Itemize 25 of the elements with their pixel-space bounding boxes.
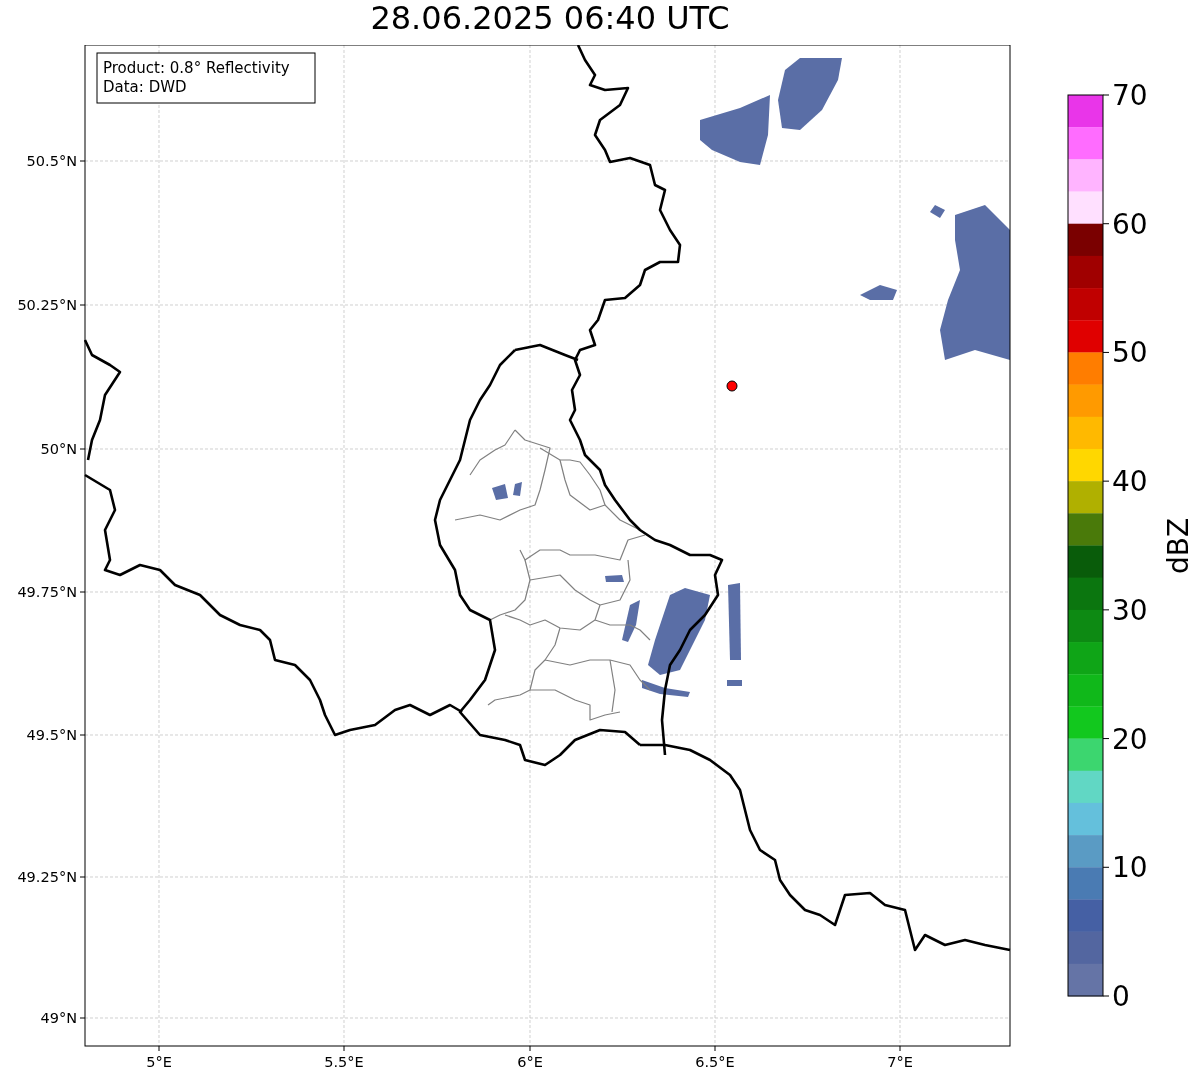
- latitude-tick-label: 50°N: [40, 441, 77, 457]
- latitude-tick-label: 49.25°N: [17, 869, 77, 885]
- latitude-tick-label: 49.75°N: [17, 584, 77, 600]
- longitude-tick-label: 6°E: [517, 1054, 543, 1070]
- colorbar-tick-label: 20: [1112, 722, 1148, 756]
- latitude-tick-label: 49°N: [40, 1010, 77, 1026]
- longitude-tick-label: 5.5°E: [324, 1054, 364, 1070]
- colorbar-tick-label: 30: [1112, 593, 1148, 627]
- info-text: Data: DWD: [103, 78, 187, 96]
- latitude-tick-label: 49.5°N: [26, 727, 77, 743]
- longitude-tick-label: 6.5°E: [695, 1054, 735, 1070]
- longitude-tick-label: 5°E: [146, 1054, 172, 1070]
- colorbar-tick-label: 70: [1112, 79, 1148, 112]
- colorbar-tick-label: 0: [1112, 980, 1130, 1013]
- colorbar-tick-label: 40: [1112, 465, 1148, 499]
- info-text: Product: 0.8° Reflectivity: [103, 59, 290, 77]
- latitude-tick-label: 50.25°N: [17, 297, 77, 313]
- colorbar-tick-label: 50: [1112, 336, 1148, 370]
- location-dot: [726, 380, 738, 392]
- latitude-tick-label: 50.5°N: [26, 153, 77, 169]
- longitude-tick-label: 7°E: [887, 1054, 913, 1070]
- colorbar-label: dBZ: [1162, 517, 1195, 575]
- colorbar-tick-label: 10: [1112, 851, 1148, 885]
- chart-title: 28.06.2025 06:40 UTC: [370, 0, 730, 39]
- colorbar-tick-label: 60: [1112, 207, 1148, 241]
